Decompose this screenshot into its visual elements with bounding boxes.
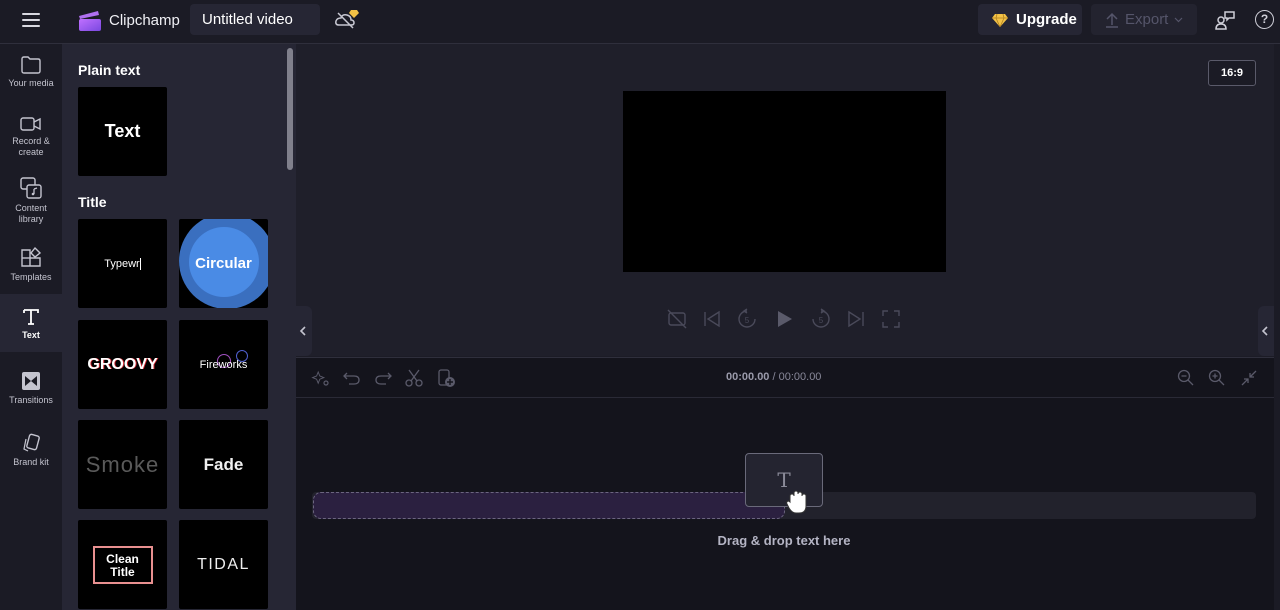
folder-icon xyxy=(21,56,41,74)
video-canvas[interactable] xyxy=(623,91,946,272)
sidebar-item-transitions[interactable]: Transitions xyxy=(0,371,62,406)
text-tile-fireworks[interactable]: Fireworks xyxy=(179,320,268,409)
drop-zone[interactable] xyxy=(313,492,785,519)
zoom-in-icon[interactable] xyxy=(1207,368,1227,388)
nav-label: Transitions xyxy=(9,395,53,405)
tile-label-line2: Title xyxy=(110,564,135,579)
magic-sparkle-icon[interactable] xyxy=(311,368,331,388)
transitions-icon xyxy=(22,372,40,390)
nav-label: Brand kit xyxy=(13,457,49,467)
total-time: 00:00.00 xyxy=(778,371,822,383)
tile-label-line1: Clean xyxy=(106,551,139,566)
help-icon[interactable]: ? xyxy=(1255,10,1274,29)
fullscreen-icon[interactable] xyxy=(880,308,902,330)
text-panel: Plain text Text Title Typewr Circular GR… xyxy=(62,44,296,610)
svg-text:5: 5 xyxy=(819,316,824,325)
text-tile-tidal[interactable]: TIDAL xyxy=(179,520,268,609)
nav-label: Text xyxy=(22,330,40,340)
nav-label-line1: Content xyxy=(15,203,47,213)
tile-label: Text xyxy=(104,121,141,141)
sidebar-item-your-media[interactable]: Your media xyxy=(0,56,62,89)
text-tile-groovy[interactable]: GROOVY xyxy=(78,320,167,409)
tile-label: Circular xyxy=(195,255,252,272)
brand-kit-icon xyxy=(23,433,40,452)
chevron-left-icon xyxy=(1261,326,1268,336)
text-tile-fade[interactable]: Fade xyxy=(179,420,268,509)
upgrade-button[interactable]: Upgrade xyxy=(978,4,1082,35)
feedback-people-icon[interactable] xyxy=(1215,10,1235,30)
tile-label: GROOVY xyxy=(87,355,158,373)
diamond-icon xyxy=(992,13,1008,27)
chevron-down-icon xyxy=(1174,17,1183,22)
skip-forward-icon[interactable] xyxy=(845,308,867,330)
sidebar-item-brand-kit[interactable]: Brand kit xyxy=(0,433,62,468)
sidebar-item-text[interactable]: Text xyxy=(0,294,62,352)
timeline-toolbar: 00:00.00 / 00:00.00 xyxy=(296,358,1274,398)
brand-name: Clipchamp xyxy=(109,12,180,29)
text-tile-circular[interactable]: Circular xyxy=(179,219,268,308)
sidebar-nav: Your media Record & create Content libra… xyxy=(0,44,62,610)
text-tile-typewriter[interactable]: Typewr xyxy=(78,219,167,308)
expand-properties-button[interactable] xyxy=(1258,306,1274,356)
preview-area: 16:9 5 5 xyxy=(296,44,1280,356)
chevron-left-icon xyxy=(299,326,306,336)
nav-label: Your media xyxy=(8,78,54,88)
text-tile-smoke[interactable]: Smoke xyxy=(78,420,167,509)
nav-label-line2: library xyxy=(18,214,44,224)
rewind-5s-icon[interactable]: 5 xyxy=(736,308,758,330)
clipchamp-logo-icon xyxy=(79,11,101,31)
project-title-input[interactable]: Untitled video xyxy=(190,4,320,35)
svg-text:5: 5 xyxy=(745,316,750,325)
text-icon xyxy=(23,309,39,325)
tile-label: Smoke xyxy=(85,451,160,477)
section-title-title: Title xyxy=(78,194,107,210)
section-title-plain-text: Plain text xyxy=(78,62,141,78)
add-media-icon[interactable] xyxy=(436,368,456,388)
upload-icon xyxy=(1106,12,1118,28)
sidebar-item-content-library[interactable]: Content library xyxy=(0,177,62,225)
redo-icon[interactable] xyxy=(373,368,393,388)
play-icon[interactable] xyxy=(773,308,795,330)
undo-icon[interactable] xyxy=(342,368,362,388)
cloud-off-premium-icon[interactable] xyxy=(334,8,360,30)
right-edge xyxy=(1274,44,1280,610)
aspect-ratio-button[interactable]: 16:9 xyxy=(1208,60,1256,86)
text-tile-plain[interactable]: Text xyxy=(78,87,167,176)
nav-label: Templates xyxy=(10,272,52,282)
forward-5s-icon[interactable]: 5 xyxy=(810,308,832,330)
sidebar-item-record-create[interactable]: Record & create xyxy=(0,116,62,158)
timeline: 00:00.00 / 00:00.00 T Drag & drop text h… xyxy=(296,357,1274,610)
top-bar: Clipchamp Untitled video Upgrade Export … xyxy=(0,0,1280,44)
camera-icon xyxy=(20,117,41,131)
captions-off-icon[interactable] xyxy=(666,308,688,330)
time-separator: / xyxy=(769,371,779,383)
nav-label-line1: Record & xyxy=(12,136,50,146)
fit-timeline-icon[interactable] xyxy=(1239,368,1259,388)
current-time: 00:00.00 xyxy=(726,371,770,383)
panel-scrollbar[interactable] xyxy=(287,48,293,170)
sidebar-item-templates[interactable]: Templates xyxy=(0,246,62,283)
upgrade-label: Upgrade xyxy=(1016,11,1077,28)
tile-label: TIDAL xyxy=(197,555,250,573)
tile-label: Typewr xyxy=(104,257,140,270)
templates-icon xyxy=(21,246,42,267)
nav-label-line2: create xyxy=(18,147,44,157)
zoom-out-icon[interactable] xyxy=(1176,368,1196,388)
menu-icon[interactable] xyxy=(22,13,40,29)
grab-hand-cursor-icon xyxy=(786,490,807,514)
tile-label: Fade xyxy=(203,454,244,474)
split-scissors-icon[interactable] xyxy=(404,368,424,388)
export-button[interactable]: Export xyxy=(1091,4,1197,35)
tile-label: Fireworks xyxy=(199,358,248,371)
content-library-icon xyxy=(20,177,42,199)
collapse-panel-button[interactable] xyxy=(296,306,312,356)
skip-back-icon[interactable] xyxy=(701,308,723,330)
timecode: 00:00.00 / 00:00.00 xyxy=(726,371,821,383)
text-tile-clean-title[interactable]: Clean Title xyxy=(78,520,167,609)
drop-hint: Drag & drop text here xyxy=(717,533,851,548)
export-label: Export xyxy=(1125,11,1169,28)
